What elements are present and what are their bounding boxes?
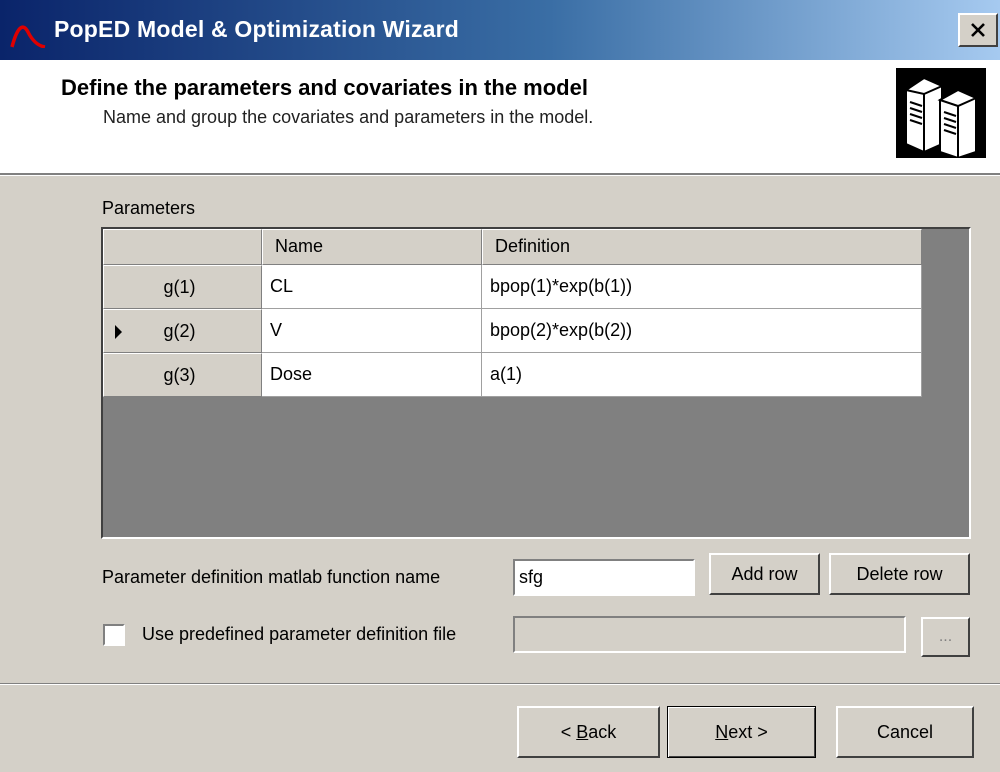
name-cell[interactable]: Dose (262, 353, 482, 397)
next-label-rest: ext > (728, 721, 768, 742)
function-name-input[interactable] (513, 559, 695, 596)
back-button[interactable]: < Back (517, 706, 660, 758)
poped-logo-icon (10, 25, 46, 48)
parameters-grid[interactable]: Name Definition g(1) CL bpop(1)*exp(b(1)… (101, 227, 971, 539)
window-title: PopED Model & Optimization Wizard (54, 16, 460, 42)
row-id: g(3) (163, 365, 196, 385)
use-predefined-file-checkbox[interactable] (103, 624, 125, 646)
cancel-button[interactable]: Cancel (836, 706, 974, 758)
function-name-label: Parameter definition matlab function nam… (102, 567, 441, 587)
column-header-definition[interactable]: Definition (482, 229, 922, 265)
row-id: g(2) (163, 321, 196, 341)
current-row-arrow-icon (115, 325, 122, 339)
close-button[interactable] (958, 13, 998, 47)
page-title: Define the parameters and covariates in … (61, 75, 588, 100)
next-mnemonic: N (715, 721, 729, 742)
page-subtitle: Name and group the covariates and parame… (103, 107, 594, 127)
next-button[interactable]: Next > (667, 706, 816, 758)
browse-button: ... (921, 617, 970, 657)
back-prefix: < (560, 721, 577, 742)
grid-header-row: Name Definition (103, 229, 922, 265)
column-header-name[interactable]: Name (262, 229, 482, 265)
definition-cell[interactable]: bpop(2)*exp(b(2)) (482, 309, 922, 353)
grid-corner-header[interactable] (103, 229, 262, 265)
back-mnemonic: B (576, 721, 589, 742)
row-header[interactable]: g(3) (103, 353, 262, 397)
table-row[interactable]: g(3) Dose a(1) (103, 353, 922, 397)
row-header[interactable]: g(1) (103, 265, 262, 309)
back-label-rest: ack (588, 721, 617, 742)
row-id: g(1) (163, 277, 196, 297)
header-divider (0, 175, 1000, 176)
table-row[interactable]: g(1) CL bpop(1)*exp(b(1)) (103, 265, 922, 309)
name-cell[interactable]: CL (262, 265, 482, 309)
server-computers-icon (896, 68, 986, 158)
parameters-label: Parameters (102, 198, 196, 218)
row-header[interactable]: g(2) (103, 309, 262, 353)
title-bar: PopED Model & Optimization Wizard (0, 0, 1000, 60)
definition-cell[interactable]: a(1) (482, 353, 922, 397)
wizard-header: Define the parameters and covariates in … (0, 60, 1000, 175)
definition-cell[interactable]: bpop(1)*exp(b(1)) (482, 265, 922, 309)
add-row-button[interactable]: Add row (709, 553, 820, 595)
use-predefined-file-label[interactable]: Use predefined parameter definition file (142, 624, 456, 645)
footer-divider (0, 683, 1000, 685)
table-row[interactable]: g(2) V bpop(2)*exp(b(2)) (103, 309, 922, 353)
name-cell[interactable]: V (262, 309, 482, 353)
close-icon (971, 23, 985, 37)
predefined-file-path-field (513, 616, 906, 653)
delete-row-button[interactable]: Delete row (829, 553, 970, 595)
